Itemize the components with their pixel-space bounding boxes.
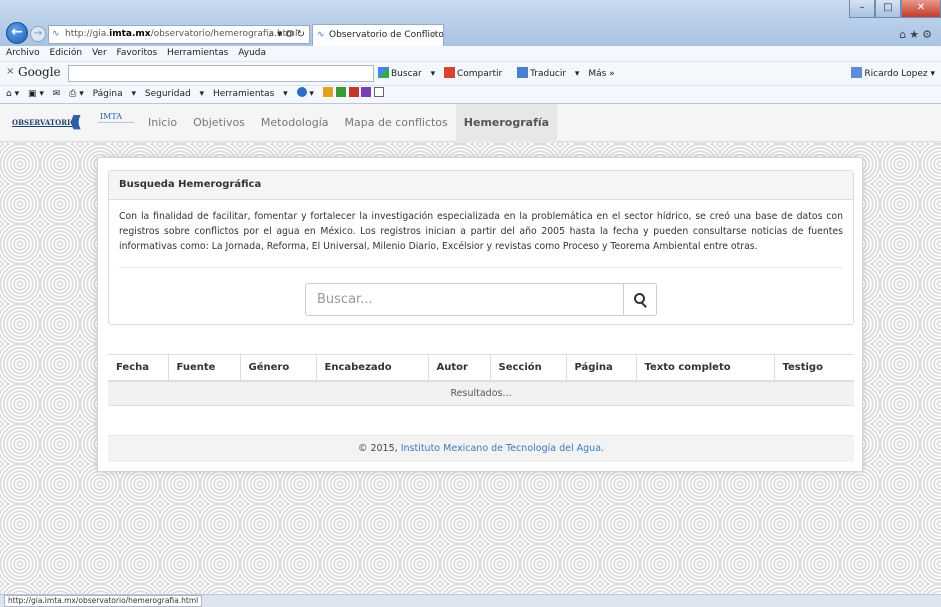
address-domain: imta.mx [109,29,151,39]
search-input[interactable] [305,283,623,316]
favorites-star-icon[interactable]: ★ [909,28,922,41]
minimize-button[interactable]: – [849,0,875,18]
search-group [305,283,657,316]
site-logo[interactable]: OBSERVATORIO ((( IMTA [12,112,140,134]
mail-icon[interactable]: ✉ [53,89,61,99]
toolbar-close-icon[interactable]: × [6,66,14,77]
menu-ver[interactable]: Ver [92,48,107,58]
settings-gear-icon[interactable]: ⚙ [922,28,935,41]
browser-right-icons: ⌂★⚙ [899,28,935,41]
col-genero[interactable]: Género [240,354,317,382]
nav-links: Inicio Objetivos Metodología Mapa de con… [140,104,558,142]
google-logo: Google [18,65,61,79]
command-bar: ⌂ ▾ ▣ ▾ ✉ ⎙ ▾ Página ▾ Seguridad ▾ Herra… [0,86,941,104]
col-fecha[interactable]: Fecha [108,354,169,382]
col-texto-completo[interactable]: Texto completo [636,354,775,382]
imta-logo-text: IMTA [100,112,123,121]
print-icon[interactable]: ⎙ ▾ [69,89,84,99]
col-pagina[interactable]: Página [566,354,637,382]
menu-ayuda[interactable]: Ayuda [238,48,266,58]
col-fuente[interactable]: Fuente [168,354,241,382]
herramientas-menu[interactable]: Herramientas ▾ [213,89,288,99]
results-placeholder: Resultados... [108,380,854,406]
observatorio-logo-text: OBSERVATORIO [12,118,77,127]
browser-tab[interactable]: ∿ Observatorio de Conflictos ... × [312,24,444,46]
menu-favoritos[interactable]: Favoritos [117,48,158,58]
nav-mapa-de-conflictos[interactable]: Mapa de conflictos [337,104,456,142]
menu-herramientas[interactable]: Herramientas [167,48,228,58]
panel-divider [119,267,843,268]
close-window-button[interactable]: ✕ [901,0,941,18]
col-testigo[interactable]: Testigo [774,354,854,382]
search-button[interactable] [623,283,657,316]
address-prefix: http://gia. [65,29,110,39]
home-icon[interactable]: ⌂ [899,28,909,41]
site-navbar: OBSERVATORIO ((( IMTA Inicio Objetivos M… [0,104,941,142]
imta-logo-subtext [98,122,134,130]
pagina-menu[interactable]: Página ▾ [93,89,136,99]
addon-icons[interactable] [322,87,385,99]
nav-inicio[interactable]: Inicio [140,104,185,142]
google-user[interactable]: Ricardo Lopez ▾ [851,67,935,79]
back-button[interactable]: ← [6,22,28,44]
col-encabezado[interactable]: Encabezado [316,354,429,382]
results-header-row: Fecha Fuente Género Encabezado Autor Sec… [108,354,854,382]
google-toolbar: × Google Buscar ▾ Compartir Traducir ▾ M… [0,62,941,86]
footer-copyright: © 2015, [357,443,401,454]
menu-edicion[interactable]: Edición [50,48,83,58]
browser-titlebar: ← → ∿ http://gia.imta.mx/observatorio/he… [0,0,941,46]
address-bar[interactable]: ∿ http://gia.imta.mx/observatorio/hemero… [48,25,310,44]
google-mas-button[interactable]: Más » [588,69,614,79]
nav-metodologia[interactable]: Metodología [253,104,337,142]
help-icon[interactable]: ▾ [296,87,314,99]
tab-favicon-icon: ∿ [317,30,325,40]
results-table: Fecha Fuente Género Encabezado Autor Sec… [108,354,854,406]
maximize-button[interactable]: □ [875,0,901,18]
col-autor[interactable]: Autor [428,354,491,382]
imta-waves-icon: ((( [70,112,82,131]
page-content: OBSERVATORIO ((( IMTA Inicio Objetivos M… [0,104,941,594]
seguridad-menu[interactable]: Seguridad ▾ [145,89,204,99]
google-search-icon [378,67,389,78]
tab-close-icon[interactable]: × [430,25,438,45]
status-url: http://gia.imta.mx/observatorio/hemerogr… [4,595,203,607]
site-favicon-icon: ∿ [52,29,60,39]
panel-description: Con la finalidad de facilitar, fomentar … [119,211,843,252]
forward-button[interactable]: → [30,26,46,42]
translate-icon [517,67,529,78]
google-tools: Buscar ▾ Compartir Traducir ▾ Más » [378,67,621,79]
home-command-icon[interactable]: ⌂ ▾ [6,89,19,99]
google-buscar-button[interactable]: Buscar ▾ [378,67,435,79]
menu-archivo[interactable]: Archivo [6,48,40,58]
share-icon [444,67,455,78]
table-row: Resultados... [108,380,854,406]
google-search-input[interactable] [68,65,374,82]
col-seccion[interactable]: Sección [490,354,567,382]
tab-title: Observatorio de Conflictos ... [329,30,444,40]
google-compartir-button[interactable]: Compartir [444,67,508,79]
nav-hemerografia[interactable]: Hemerografía [455,104,558,142]
footer-link-imta[interactable]: Instituto Mexicano de Tecnología del Agu… [401,443,604,454]
panel-title: Busqueda Hemerográfica [109,171,853,200]
window-controls: – □ ✕ [849,0,941,18]
feeds-icon[interactable]: ▣ ▾ [28,89,44,99]
user-avatar-icon [851,67,863,78]
page-footer: © 2015, Instituto Mexicano de Tecnología… [108,435,854,462]
main-container: Busqueda Hemerográfica Con la finalidad … [97,157,863,472]
google-traducir-button[interactable]: Traducir ▾ [517,67,579,79]
status-bar: http://gia.imta.mx/observatorio/hemerogr… [0,594,941,607]
address-actions[interactable]: ⌕ ▾ ⭗ ↻ [269,26,305,43]
search-panel: Busqueda Hemerográfica Con la finalidad … [108,170,854,325]
nav-objetivos[interactable]: Objetivos [185,104,253,142]
menu-bar: Archivo Edición Ver Favoritos Herramient… [0,46,941,62]
